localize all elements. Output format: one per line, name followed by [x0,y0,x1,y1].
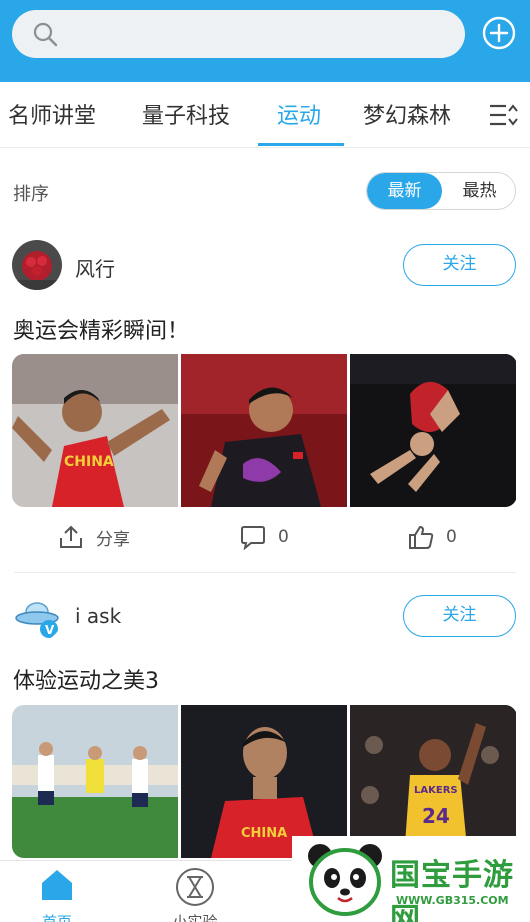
svg-text:V: V [45,623,55,637]
tab-menghuan[interactable]: 梦幻森林 [363,98,451,130]
tab-liangzi[interactable]: 量子科技 [142,98,230,130]
nav-home-label: 首页 [41,913,72,922]
follow-button[interactable]: 关注 [403,244,516,286]
search-icon [33,22,58,47]
post-gallery[interactable]: CHINA [12,354,517,507]
sort-row: 排序 最新 最热 [0,148,530,228]
nav-experiment-label: 小实验 [172,913,218,922]
hourglass-icon [176,868,214,906]
post-title[interactable]: 奥运会精彩瞬间！ [13,313,189,345]
panda-logo-icon [308,844,382,916]
svg-text:LAKERS: LAKERS [414,785,458,796]
comment-count: 0 [278,527,289,547]
add-circle-icon[interactable] [482,16,516,50]
username[interactable]: 风行 [75,253,115,282]
soccer-photo[interactable] [12,705,178,858]
follow-button[interactable]: 关注 [403,595,516,637]
watermark-brand: 国宝手游网 [390,858,514,922]
svg-text:CHINA: CHINA [241,826,287,841]
post-card: V i ask 关注 体验运动之美3 CHINA LAKERS 24 [0,574,530,860]
sort-toggle: 最新 最热 [366,172,516,210]
top-bar [0,0,530,82]
active-tab-indicator [258,143,344,146]
svg-text:CHINA: CHINA [64,454,114,470]
search-input[interactable] [70,18,450,50]
post-title[interactable]: 体验运动之美3 [13,663,159,695]
table-tennis-photo[interactable] [181,354,347,507]
category-tabs: 名师讲堂 量子科技 运动 梦幻森林 [0,82,530,148]
post-actions: 分享 0 0 [0,518,530,558]
avatar[interactable] [12,240,62,290]
watermark-url: WWW.GB315.COM [396,894,509,907]
watermark: 国宝手游网 WWW.GB315.COM [292,836,530,922]
share-label: 分享 [96,529,130,550]
tab-mingshi[interactable]: 名师讲堂 [8,98,96,130]
tab-sports[interactable]: 运动 [277,98,321,130]
comment-icon [241,526,265,550]
username[interactable]: i ask [75,604,121,628]
comment-button[interactable]: 0 [240,524,289,550]
thumbs-up-icon [409,525,434,549]
sort-hottest-option[interactable]: 最热 [442,173,515,209]
post-divider [14,572,516,573]
svg-text:24: 24 [422,804,450,828]
nav-experiment[interactable]: 小实验 [150,867,240,922]
nav-home[interactable]: 首页 [12,867,102,922]
diving-photo[interactable] [350,354,516,507]
home-icon [42,870,72,900]
sprinter-photo[interactable]: CHINA [12,354,178,507]
share-button[interactable]: 分享 [58,524,130,550]
sort-newest-option[interactable]: 最新 [367,173,442,209]
like-count: 0 [446,527,457,547]
tab-menu-icon[interactable] [488,100,518,130]
share-icon [60,525,82,548]
avatar[interactable]: V [12,592,62,642]
post-card: 风行 关注 奥运会精彩瞬间！ CHINA 分享 0 0 [0,228,530,574]
search-box[interactable] [12,10,465,58]
like-button[interactable]: 0 [408,524,457,550]
sort-label: 排序 [13,184,49,205]
